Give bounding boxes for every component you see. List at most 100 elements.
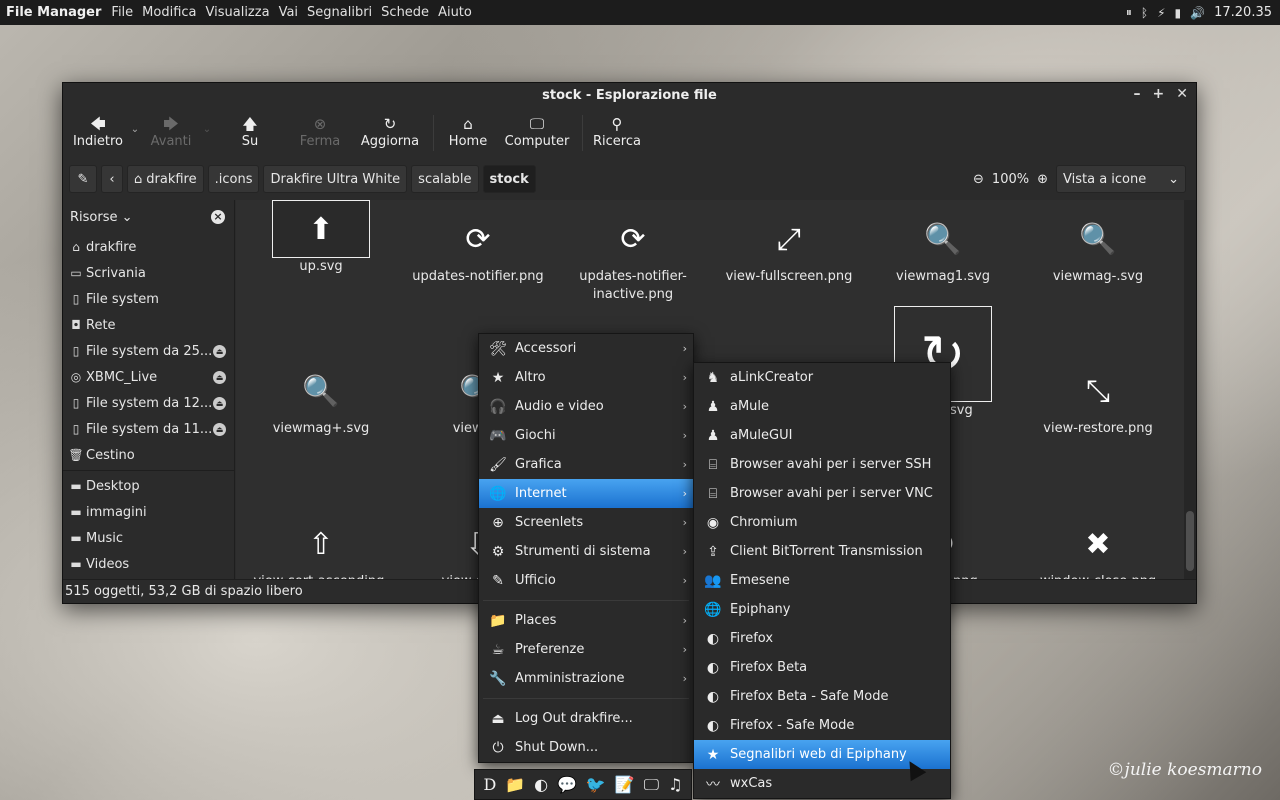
forward-history-chevron-icon[interactable]: ⌄ xyxy=(199,108,215,135)
sidebar-item-volume-12[interactable]: ▯ File system da 12... ⏏ xyxy=(63,390,234,416)
edit-location-button[interactable]: ✎ xyxy=(69,165,97,193)
text-editor-icon[interactable]: 📝 xyxy=(615,775,635,794)
menu-vai[interactable]: Vai xyxy=(279,5,298,20)
menu-aiuto[interactable]: Aiuto xyxy=(438,5,472,20)
menu-item-screenlets[interactable]: ⊕ Screenlets › xyxy=(479,508,693,537)
breadcrumb-drakfire[interactable]: ⌂ drakfire xyxy=(127,165,204,193)
submenu-item-epiphany[interactable]: 🌐 Epiphany xyxy=(694,595,950,624)
view-mode-select[interactable]: Vista a icone ⌄ xyxy=(1056,165,1186,193)
submenu-item-emesene[interactable]: 👥 Emesene xyxy=(694,566,950,595)
breadcrumb-back-button[interactable]: ‹ xyxy=(101,165,123,193)
sidebar-item-volume-11[interactable]: ▯ File system da 11... ⏏ xyxy=(63,416,234,442)
back-history-chevron-icon[interactable]: ⌄ xyxy=(127,108,143,135)
file-manager-icon[interactable]: 📁 xyxy=(505,775,525,794)
breadcrumb-icons[interactable]: .icons xyxy=(207,165,260,193)
eject-icon[interactable]: ⏏ xyxy=(213,344,226,358)
sidebar-item-drakfire[interactable]: ⌂ drakfire xyxy=(63,234,234,260)
menu-item-grafica[interactable]: 🖌 Grafica › xyxy=(479,450,693,479)
reload-button[interactable]: ↻ Aggiorna xyxy=(355,108,425,158)
sidebar-item-music[interactable]: ▬ Music xyxy=(63,525,234,551)
window-titlebar[interactable]: stock - Esplorazione file – + ✕ xyxy=(63,83,1196,108)
menu-segnalibri[interactable]: Segnalibri xyxy=(307,5,372,20)
scrollbar-thumb[interactable] xyxy=(1186,511,1194,571)
file-item[interactable]: ⤡ view-restore.png xyxy=(1023,362,1173,438)
sidebar-header[interactable]: Risorse ⌄ × xyxy=(63,200,234,234)
terminal-icon[interactable]: 🖵 xyxy=(644,775,659,795)
pause-icon[interactable]: ⏸ xyxy=(1126,5,1132,20)
menu-item-altro[interactable]: ★ Altro › xyxy=(479,363,693,392)
computer-button[interactable]: 🖵 Computer xyxy=(500,108,574,158)
submenu-item-amulegui[interactable]: ♟ aMuleGUI xyxy=(694,421,950,450)
up-button[interactable]: 🡅 Su xyxy=(215,108,285,158)
eject-icon[interactable]: ⏏ xyxy=(213,422,226,436)
menu-item-audio-video[interactable]: 🎧 Audio e video › xyxy=(479,392,693,421)
zoom-out-icon[interactable]: ⊖ xyxy=(973,172,984,187)
menu-item-internet[interactable]: 🌐 Internet › xyxy=(479,479,693,508)
firefox-icon[interactable]: ◐ xyxy=(534,775,548,794)
menu-item-amministrazione[interactable]: 🔧 Amministrazione › xyxy=(479,664,693,693)
sidebar-item-scrivania[interactable]: ▭ Scrivania xyxy=(63,260,234,286)
submenu-item-firefox-beta-safe[interactable]: ◐ Firefox Beta - Safe Mode xyxy=(694,682,950,711)
breadcrumb-scalable[interactable]: scalable xyxy=(411,165,479,193)
submenu-item-avahi-ssh[interactable]: ⌸ Browser avahi per i server SSH xyxy=(694,450,950,479)
file-item[interactable]: 🔍 viewmag-.svg xyxy=(1023,210,1173,286)
menu-item-places[interactable]: 📁 Places › xyxy=(479,606,693,635)
zoom-in-icon[interactable]: ⊕ xyxy=(1037,172,1048,187)
file-item[interactable]: ⤢ view-fullscreen.png xyxy=(714,210,864,286)
menu-visualizza[interactable]: Visualizza xyxy=(206,5,270,20)
submenu-item-firefox[interactable]: ◐ Firefox xyxy=(694,624,950,653)
maximize-icon[interactable]: + xyxy=(1153,86,1165,102)
back-button[interactable]: 🡄 Indietro xyxy=(69,108,127,158)
sidebar-item-cestino[interactable]: 🗑 Cestino xyxy=(63,442,234,468)
sidebar-item-volume-25[interactable]: ▯ File system da 25... ⏏ xyxy=(63,338,234,364)
battery-icon[interactable]: ▮ xyxy=(1175,6,1182,20)
forward-button[interactable]: 🡆 Avanti xyxy=(143,108,199,158)
sidebar-item-rete[interactable]: ◘ Rete xyxy=(63,312,234,338)
home-button[interactable]: ⌂ Home xyxy=(442,108,494,158)
submenu-item-amule[interactable]: ♟ aMule xyxy=(694,392,950,421)
eject-icon[interactable]: ⏏ xyxy=(213,396,226,410)
menu-item-preferenze[interactable]: ☕ Preferenze › xyxy=(479,635,693,664)
sidebar-item-xbmc-live[interactable]: ◎ XBMC_Live ⏏ xyxy=(63,364,234,390)
minimize-icon[interactable]: – xyxy=(1134,86,1141,102)
menu-item-giochi[interactable]: 🎮 Giochi › xyxy=(479,421,693,450)
launcher-menu-icon[interactable]: D xyxy=(483,775,496,794)
menu-modifica[interactable]: Modifica xyxy=(142,5,196,20)
file-item[interactable]: ⇧ view-sort-ascending. xyxy=(246,515,396,582)
sidebar-item-videos[interactable]: ▬ Videos xyxy=(63,551,234,577)
breadcrumb-drakfire-ultra-white[interactable]: Drakfire Ultra White xyxy=(263,165,408,193)
eject-icon[interactable]: ⏏ xyxy=(213,370,226,384)
menu-item-log-out[interactable]: ⏏ Log Out drakfire... xyxy=(479,704,693,733)
submenu-item-firefox-beta[interactable]: ◐ Firefox Beta xyxy=(694,653,950,682)
file-item[interactable]: ⬆ up.svg xyxy=(246,200,396,276)
file-item[interactable]: ⟳ updates-notifier-inactive.png xyxy=(558,210,708,304)
submenu-item-avahi-vnc[interactable]: ⌸ Browser avahi per i server VNC xyxy=(694,479,950,508)
clock[interactable]: 17.20.35 xyxy=(1214,5,1272,20)
file-item[interactable]: 🔍 viewmag1.svg xyxy=(868,210,1018,286)
file-item[interactable]: 🔍 viewmag+.svg xyxy=(246,362,396,438)
stop-button[interactable]: ⊗ Ferma xyxy=(285,108,355,158)
music-player-icon[interactable]: ♫ xyxy=(668,775,682,794)
menu-item-accessori[interactable]: 🛠 Accessori › xyxy=(479,334,693,363)
sidebar-item-immagini[interactable]: ▬ immagini xyxy=(63,499,234,525)
sidebar-item-desktop[interactable]: ▬ Desktop xyxy=(63,473,234,499)
network-icon[interactable]: ⚡ xyxy=(1157,6,1165,20)
twitter-icon[interactable]: 🐦 xyxy=(586,775,606,794)
volume-icon[interactable]: 🔊 xyxy=(1190,6,1205,20)
menu-schede[interactable]: Schede xyxy=(381,5,429,20)
menu-item-shut-down[interactable]: ⏻ Shut Down... xyxy=(479,733,693,762)
sidebar-item-file-system[interactable]: ▯ File system xyxy=(63,286,234,312)
search-button[interactable]: ⚲ Ricerca xyxy=(591,108,643,158)
submenu-item-firefox-safe[interactable]: ◐ Firefox - Safe Mode xyxy=(694,711,950,740)
file-item[interactable]: ✖ window-close.png xyxy=(1023,515,1173,582)
menu-item-ufficio[interactable]: ✎ Ufficio › xyxy=(479,566,693,595)
bluetooth-icon[interactable]: ᛒ xyxy=(1141,6,1148,20)
breadcrumb-stock[interactable]: stock xyxy=(482,165,536,193)
submenu-item-transmission[interactable]: ⇪ Client BitTorrent Transmission xyxy=(694,537,950,566)
close-icon[interactable]: ✕ xyxy=(1176,86,1188,102)
submenu-item-chromium[interactable]: ◉ Chromium xyxy=(694,508,950,537)
submenu-item-alinkcreator[interactable]: ♞ aLinkCreator xyxy=(694,363,950,392)
chat-icon[interactable]: 💬 xyxy=(557,775,577,794)
sidebar-close-icon[interactable]: × xyxy=(211,210,225,224)
file-item[interactable]: ⟳ updates-notifier.png xyxy=(403,210,553,286)
